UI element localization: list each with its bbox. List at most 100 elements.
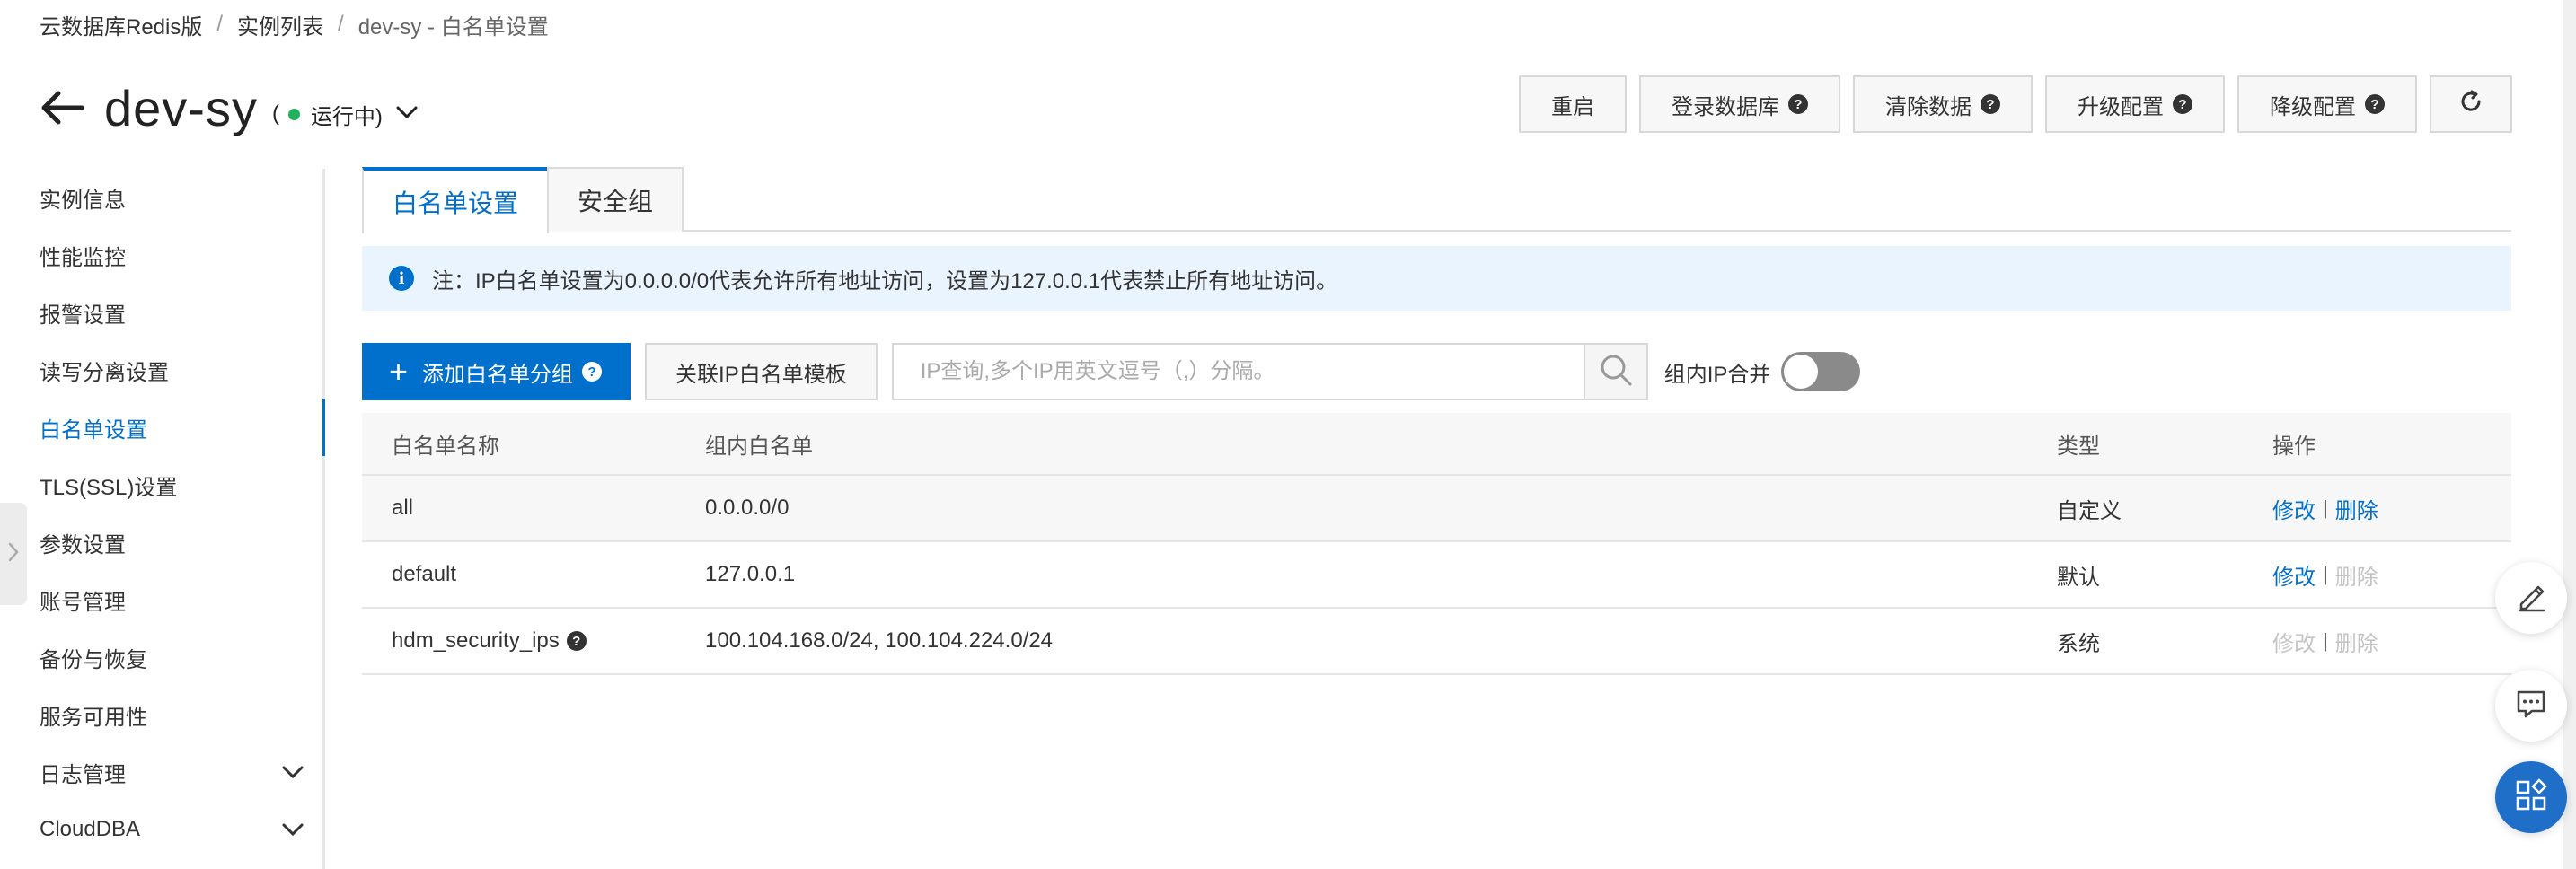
- whitelist-ips: 0.0.0.0/0: [705, 496, 790, 520]
- help-icon[interactable]: ?: [566, 631, 587, 651]
- delete-link[interactable]: 删除: [2335, 493, 2378, 524]
- notice-text: 注：IP白名单设置为0.0.0.0/0代表允许所有地址访问，设置为127.0.0…: [432, 268, 1338, 294]
- clear-data-label: 清除数据: [1885, 94, 1972, 119]
- column-header-ips: 组内白名单: [705, 434, 813, 459]
- search-icon: [1598, 352, 1634, 392]
- back-arrow-icon[interactable]: [36, 83, 86, 133]
- notice-banner: i 注：IP白名单设置为0.0.0.0/0代表允许所有地址访问，设置为127.0…: [362, 246, 2511, 311]
- sidebar-item-label: CloudDBA: [40, 817, 141, 841]
- tab-bar: 白名单设置 安全组: [362, 167, 2511, 233]
- sidebar-collapse-toggle[interactable]: [0, 503, 27, 605]
- toolbar: + 添加白名单分组 ? 关联IP白名单模板 组内IP合并: [362, 343, 2511, 400]
- sidebar: 实例信息 性能监控 报警设置 读写分离设置 白名单设置 TLS(SSL)设置 参…: [0, 169, 325, 869]
- add-whitelist-group-button[interactable]: + 添加白名单分组 ?: [362, 343, 631, 400]
- whitelist-name: all: [392, 496, 414, 520]
- sidebar-item-alarm[interactable]: 报警设置: [0, 284, 322, 341]
- sidebar-item-label: 备份与恢复: [40, 647, 147, 672]
- whitelist-table: 白名单名称 组内白名单 类型 操作 all 0.0.0.0/0 自定义 修改 |…: [362, 413, 2511, 675]
- whitelist-name: default: [392, 562, 457, 586]
- op-separator: |: [2323, 563, 2328, 585]
- whitelist-ips: 100.104.168.0/24, 100.104.224.0/24: [705, 628, 1054, 653]
- refresh-icon: [2458, 89, 2483, 120]
- tab-whitelist[interactable]: 白名单设置: [362, 167, 550, 233]
- downgrade-label: 降级配置: [2270, 94, 2356, 119]
- breadcrumb-item-instance-list[interactable]: 实例列表: [237, 9, 323, 40]
- op-separator: |: [2323, 496, 2328, 519]
- breadcrumb: 云数据库Redis版 / 实例列表 / dev-sy - 白名单设置: [40, 9, 549, 40]
- pencil-icon: [2514, 579, 2548, 618]
- help-icon: ?: [2173, 94, 2192, 114]
- sidebar-item-label: 账号管理: [40, 590, 126, 615]
- upgrade-button[interactable]: 升级配置?: [2045, 75, 2225, 133]
- status-paren: (: [271, 101, 279, 126]
- status-dot-icon: [287, 108, 300, 120]
- sidebar-item-accounts[interactable]: 账号管理: [0, 571, 322, 628]
- apps-icon: [2513, 777, 2549, 818]
- sidebar-item-logs[interactable]: 日志管理: [0, 743, 322, 801]
- whitelist-type: 自定义: [2057, 498, 2122, 523]
- info-icon: i: [389, 266, 414, 291]
- sidebar-item-performance[interactable]: 性能监控: [0, 226, 322, 284]
- chevron-down-icon[interactable]: [281, 819, 304, 844]
- ip-merge-toggle[interactable]: [1781, 352, 1861, 391]
- help-icon: ?: [2365, 94, 2385, 114]
- whitelist-ips: 127.0.0.1: [705, 562, 796, 586]
- search-button[interactable]: [1583, 343, 1648, 400]
- refresh-button[interactable]: [2430, 75, 2512, 133]
- header-actions: 重启 登录数据库? 清除数据? 升级配置? 降级配置?: [1519, 75, 2512, 133]
- add-whitelist-group-label: 添加白名单分组: [422, 362, 574, 387]
- chevron-down-icon[interactable]: [395, 101, 419, 127]
- sidebar-item-label: TLS(SSL)设置: [40, 475, 178, 500]
- plus-icon: +: [389, 353, 409, 390]
- help-icon: ?: [582, 362, 603, 382]
- table-row: all 0.0.0.0/0 自定义 修改 | 删除: [362, 476, 2511, 542]
- sidebar-item-backup[interactable]: 备份与恢复: [0, 628, 322, 686]
- main-content: 白名单设置 安全组 i 注：IP白名单设置为0.0.0.0/0代表允许所有地址访…: [362, 167, 2511, 675]
- login-db-label: 登录数据库: [1672, 94, 1779, 119]
- toggle-knob: [1784, 355, 1819, 389]
- edit-link[interactable]: 修改: [2272, 493, 2316, 524]
- restart-button[interactable]: 重启: [1519, 75, 1627, 133]
- sidebar-item-params[interactable]: 参数设置: [0, 514, 322, 571]
- edit-link: 修改: [2272, 631, 2316, 656]
- chat-icon: [2514, 687, 2548, 725]
- edit-feedback-button[interactable]: [2495, 562, 2567, 634]
- sidebar-item-tls[interactable]: TLS(SSL)设置: [0, 456, 322, 514]
- sidebar-item-instance-info[interactable]: 实例信息: [0, 169, 322, 226]
- op-separator: |: [2323, 629, 2328, 652]
- help-icon: ?: [1788, 94, 1808, 114]
- whitelist-type: 系统: [2057, 631, 2100, 656]
- login-db-button[interactable]: 登录数据库?: [1639, 75, 1840, 133]
- delete-link: 删除: [2334, 565, 2378, 590]
- edit-link[interactable]: 修改: [2272, 559, 2316, 591]
- tab-security-group[interactable]: 安全组: [547, 167, 684, 232]
- chevron-down-icon[interactable]: [281, 761, 304, 786]
- page-scrollbar[interactable]: [2563, 0, 2576, 869]
- page-title: dev-sy: [104, 79, 258, 136]
- help-icon: ?: [1981, 94, 2000, 114]
- clear-data-button[interactable]: 清除数据?: [1853, 75, 2033, 133]
- ip-merge-label: 组内IP合并: [1663, 362, 1771, 387]
- sidebar-item-clouddba[interactable]: CloudDBA: [0, 801, 322, 858]
- delete-link: 删除: [2334, 631, 2378, 656]
- table-row: hdm_security_ips ? 100.104.168.0/24, 100…: [362, 609, 2511, 675]
- sidebar-item-availability[interactable]: 服务可用性: [0, 686, 322, 743]
- table-row: default 127.0.0.1 默认 修改 | 删除: [362, 542, 2511, 609]
- downgrade-button[interactable]: 降级配置?: [2237, 75, 2417, 133]
- breadcrumb-separator: /: [338, 12, 344, 36]
- whitelist-name: hdm_security_ips: [392, 628, 560, 653]
- apps-button[interactable]: [2495, 761, 2567, 833]
- status-text: 运行中): [310, 104, 383, 129]
- sidebar-item-whitelist[interactable]: 白名单设置: [0, 399, 325, 456]
- column-header-name: 白名单名称: [392, 434, 499, 459]
- breadcrumb-item-redis[interactable]: 云数据库Redis版: [40, 9, 202, 40]
- chevron-right-icon: [7, 541, 20, 567]
- breadcrumb-separator: /: [216, 12, 224, 36]
- link-template-button[interactable]: 关联IP白名单模板: [645, 343, 878, 400]
- ip-search-input[interactable]: [891, 343, 1584, 400]
- instance-status[interactable]: ( 运行中): [272, 99, 419, 130]
- sidebar-item-label: 服务可用性: [40, 705, 147, 730]
- chat-button[interactable]: [2495, 670, 2567, 742]
- sidebar-item-label: 报警设置: [40, 303, 126, 328]
- sidebar-item-rw-split[interactable]: 读写分离设置: [0, 341, 322, 399]
